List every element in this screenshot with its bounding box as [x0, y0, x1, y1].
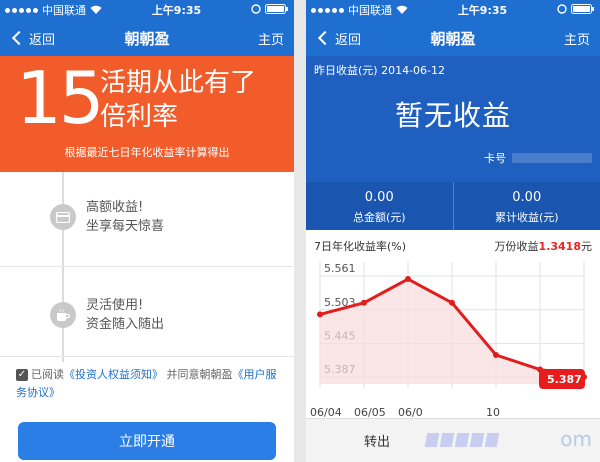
total-amount: 0.00 总金额(元) — [306, 182, 453, 230]
stats-row: 0.00 总金额(元) 0.00 累计收益(元) — [306, 182, 600, 230]
per-10k-label: 万份收益 — [494, 240, 539, 253]
status-bar: 中国联通 上午9:35 — [0, 0, 294, 20]
total-amount-value: 0.00 — [364, 190, 394, 205]
agreement-row: ✓ 已阅读《投资人权益须知》 并同意朝朝盈《用户服务协议》 — [16, 366, 286, 402]
promo-banner: 15 活期从此有了 倍利率 根据最近七日年化收益率计算得出 — [0, 56, 294, 172]
feature-desc: 坐享每天惊喜 — [86, 219, 165, 234]
status-time: 上午9:35 — [457, 4, 508, 17]
open-now-button[interactable]: 立即开通 — [18, 422, 276, 460]
bottom-bar: 转出 om — [306, 418, 600, 462]
x-tick-label: 06/05 — [354, 406, 386, 418]
accumulated-income-label: 累计收益(元) — [494, 211, 559, 224]
no-income-text: 暂无收益 — [394, 99, 511, 132]
watermark-text: om — [560, 427, 592, 451]
lock-rotation-icon — [557, 3, 567, 17]
chevron-left-icon — [11, 30, 27, 46]
signal-icon — [5, 7, 38, 13]
divider — [0, 266, 294, 267]
feature-title: 灵活使用! — [86, 298, 144, 313]
x-tick-label: 10 — [486, 406, 500, 418]
data-point — [449, 299, 455, 306]
yesterday-income-label: 昨日收益(元) 2014-06-12 — [314, 64, 446, 77]
lock-rotation-icon — [251, 3, 261, 17]
transfer-out-button[interactable]: 转出 — [364, 431, 390, 450]
chart-header: 7日年化收益率(%) 万份收益1.3418元 — [306, 230, 600, 254]
home-button[interactable]: 主页 — [564, 29, 590, 48]
home-button[interactable]: 主页 — [258, 29, 284, 48]
back-label: 返回 — [29, 32, 56, 48]
agree-read-label: 已阅读 — [31, 368, 64, 381]
back-label: 返回 — [335, 32, 362, 48]
promo-line-1: 活期从此有了 — [100, 68, 257, 98]
feature-item: 高额收益! 坐享每天惊喜 — [50, 198, 164, 236]
card-number-masked — [512, 153, 592, 163]
left-screen: 中国联通 上午9:35 返回 朝朝盈 主页 15 活期从此有了 倍利率 根据最近… — [0, 0, 294, 462]
last-value-label: 5.387 — [547, 373, 582, 386]
x-tick-label: 06/04 — [310, 406, 342, 418]
card-number-row: 卡号 — [484, 150, 592, 166]
nav-bar: 返回 朝朝盈 主页 — [306, 20, 600, 56]
feature-title: 高额收益! — [86, 200, 144, 215]
coffee-cup-icon — [50, 302, 76, 328]
signal-icon — [311, 7, 344, 13]
agree-middle-text: 并同意朝朝盈 — [166, 368, 233, 381]
income-panel: 昨日收益(元) 2014-06-12 暂无收益 卡号 — [306, 56, 600, 182]
right-screen: 中国联通 上午9:35 返回 朝朝盈 主页 昨日收益(元) 2014-06-12… — [306, 0, 600, 462]
accumulated-income: 0.00 累计收益(元) — [452, 182, 600, 230]
status-bar: 中国联通 上午9:35 — [306, 0, 600, 20]
data-point — [405, 276, 411, 283]
wallet-icon — [50, 204, 76, 230]
data-point — [317, 311, 323, 318]
promo-line-2: 倍利率 — [100, 102, 179, 132]
promo-big-number: 15 — [16, 56, 105, 140]
wifi-icon — [396, 4, 408, 17]
nav-bar: 返回 朝朝盈 主页 — [0, 20, 294, 56]
watermark-logo — [424, 433, 500, 447]
card-label: 卡号 — [484, 152, 506, 165]
carrier-name: 中国联通 — [42, 4, 86, 17]
chart-title: 7日年化收益率(%) — [314, 240, 407, 253]
x-tick-label: 06/0 — [398, 406, 423, 418]
yield-chart: 5.5615.5035.4455.38706/0406/0506/0105.38… — [310, 262, 587, 418]
battery-icon — [571, 3, 595, 17]
data-point — [361, 299, 367, 306]
back-button[interactable]: 返回 — [316, 29, 361, 48]
battery-icon — [265, 3, 289, 17]
agree-checkbox[interactable]: ✓ — [16, 369, 28, 381]
wifi-icon — [90, 4, 102, 17]
accumulated-income-value: 0.00 — [512, 190, 542, 205]
total-amount-label: 总金额(元) — [352, 211, 406, 224]
feature-desc: 资金随入随出 — [86, 317, 165, 332]
investor-rights-link[interactable]: 《投资人权益须知》 — [64, 368, 163, 381]
carrier-name: 中国联通 — [348, 4, 392, 17]
promo-subtitle: 根据最近七日年化收益率计算得出 — [64, 146, 230, 159]
chevron-left-icon — [317, 30, 333, 46]
status-time: 上午9:35 — [151, 4, 202, 17]
per-10k-unit: 元 — [581, 240, 592, 253]
back-button[interactable]: 返回 — [10, 29, 55, 48]
per-10k-value: 1.3418 — [538, 240, 581, 253]
y-tick-label: 5.561 — [324, 262, 356, 275]
feature-item: 灵活使用! 资金随入随出 — [50, 296, 164, 334]
divider — [0, 356, 294, 357]
feature-list: 高额收益! 坐享每天惊喜 灵活使用! 资金随入随出 — [0, 172, 294, 362]
per-10k-income: 万份收益1.3418元 — [495, 238, 592, 254]
data-point — [493, 352, 499, 358]
